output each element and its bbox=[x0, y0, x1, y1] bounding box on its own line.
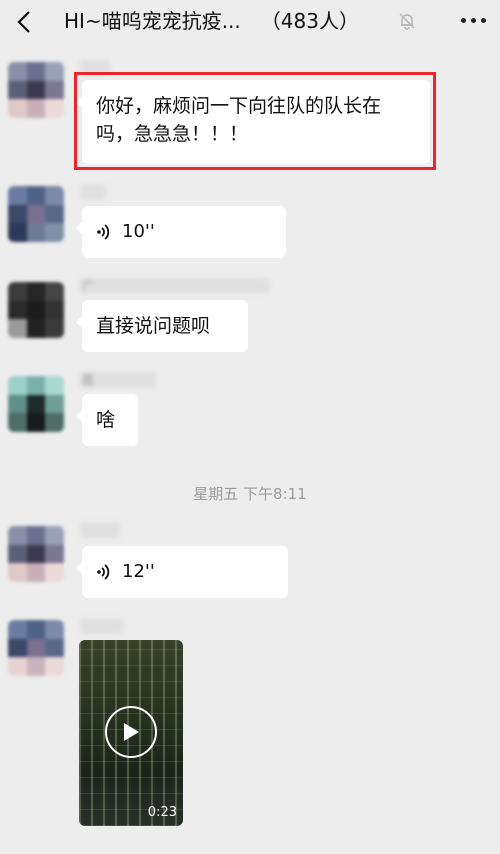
sender-name-text: 荔 bbox=[82, 373, 95, 387]
back-button[interactable] bbox=[10, 8, 38, 36]
avatar[interactable] bbox=[8, 62, 64, 118]
avatar[interactable] bbox=[8, 620, 64, 676]
chat-header: HI~喵呜宠宠抗疫... （483人） bbox=[0, 0, 500, 46]
more-dot bbox=[480, 17, 486, 23]
sender-name bbox=[80, 618, 124, 634]
voice-message[interactable]: 10'' bbox=[76, 206, 286, 258]
message-text: 直接说问题呗 bbox=[96, 315, 211, 337]
voice-duration: 12'' bbox=[122, 561, 155, 582]
avatar[interactable] bbox=[8, 282, 64, 338]
bell-muted-icon bbox=[399, 13, 415, 30]
timestamp: 星期五 下午8:11 bbox=[193, 485, 307, 503]
avatar[interactable] bbox=[8, 186, 64, 242]
voice-message[interactable]: 12'' bbox=[76, 546, 288, 598]
highlight-box bbox=[74, 72, 436, 170]
chat-title: HI~喵呜宠宠抗疫... （483人） bbox=[64, 6, 404, 36]
video-duration: 0:23 bbox=[147, 805, 177, 820]
voice-duration: 10'' bbox=[122, 221, 155, 242]
sender-name bbox=[80, 184, 106, 200]
more-button[interactable] bbox=[458, 8, 488, 32]
more-dot bbox=[470, 17, 476, 23]
chevron-left-icon bbox=[17, 11, 30, 33]
sender-name: 广 bbox=[80, 278, 270, 294]
more-dot bbox=[460, 17, 466, 23]
group-name: HI~喵呜宠宠抗疫... bbox=[64, 9, 241, 33]
sender-name-text: 广 bbox=[82, 279, 95, 293]
avatar[interactable] bbox=[8, 526, 64, 582]
member-count: （483人） bbox=[260, 9, 359, 33]
message-bubble[interactable]: 直接说问题呗 bbox=[76, 300, 248, 352]
sender-name: 荔 bbox=[80, 372, 156, 388]
voice-wave-icon bbox=[97, 224, 110, 240]
sender-name bbox=[80, 522, 120, 538]
play-icon bbox=[124, 723, 139, 741]
video-message[interactable]: 0:23 bbox=[79, 640, 183, 826]
play-button[interactable] bbox=[105, 706, 157, 758]
voice-wave-icon bbox=[97, 564, 110, 580]
message-text: 啥 bbox=[96, 409, 116, 431]
avatar[interactable] bbox=[8, 376, 64, 432]
message-bubble[interactable]: 啥 bbox=[76, 394, 138, 446]
